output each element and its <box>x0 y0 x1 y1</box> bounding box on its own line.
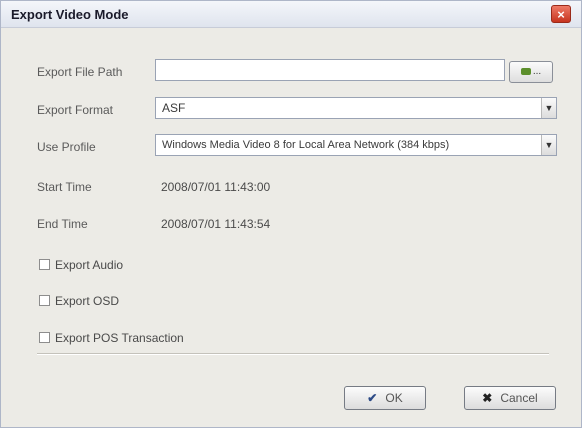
start-time-label: Start Time <box>37 180 92 194</box>
chevron-down-icon[interactable]: ▼ <box>541 98 556 118</box>
end-time-value: 2008/07/01 11:43:54 <box>161 217 271 231</box>
export-pos-checkbox[interactable] <box>39 332 50 344</box>
start-time-value: 2008/07/01 11:43:00 <box>161 180 271 194</box>
file-path-label: Export File Path <box>37 65 123 79</box>
format-label: Export Format <box>37 103 114 117</box>
cancel-button[interactable]: ✖ Cancel <box>464 386 556 410</box>
file-path-input[interactable] <box>155 59 505 81</box>
export-osd-checkbox[interactable] <box>39 295 50 307</box>
profile-label: Use Profile <box>37 140 96 154</box>
browse-button[interactable]: ... <box>509 61 553 83</box>
export-osd-option[interactable]: Export OSD <box>39 293 119 308</box>
export-video-dialog: Export Video Mode × Export File Path ...… <box>0 0 582 428</box>
title-bar[interactable]: Export Video Mode × <box>1 1 581 28</box>
export-pos-option[interactable]: Export POS Transaction <box>39 330 184 345</box>
export-audio-checkbox[interactable] <box>39 259 50 271</box>
close-icon: × <box>557 7 565 22</box>
x-icon: ✖ <box>482 391 493 405</box>
format-value: ASF <box>162 101 186 115</box>
divider <box>37 353 549 355</box>
export-audio-option[interactable]: Export Audio <box>39 257 123 272</box>
dialog-title: Export Video Mode <box>11 7 129 22</box>
browse-label: ... <box>532 66 542 77</box>
checkmark-icon: ✔ <box>367 391 378 405</box>
profile-select[interactable]: Windows Media Video 8 for Local Area Net… <box>155 134 557 156</box>
close-button[interactable]: × <box>551 5 571 23</box>
ok-button[interactable]: ✔ OK <box>344 386 426 410</box>
format-select[interactable]: ASF ▼ <box>155 97 557 119</box>
profile-value: Windows Media Video 8 for Local Area Net… <box>162 139 450 151</box>
end-time-label: End Time <box>37 217 88 231</box>
chevron-down-icon[interactable]: ▼ <box>541 135 556 155</box>
folder-icon <box>520 67 531 75</box>
